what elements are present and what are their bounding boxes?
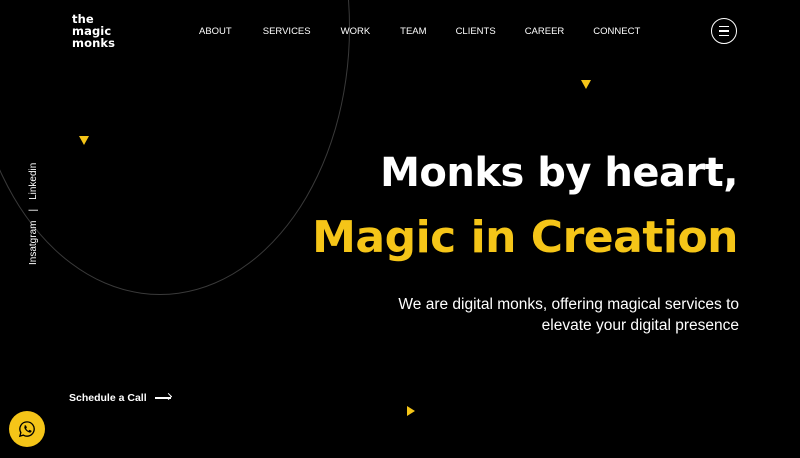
hero-headline: Monks by heart, (380, 150, 738, 196)
whatsapp-button[interactable] (9, 411, 45, 447)
main-nav: ABOUT SERVICES WORK TEAM CLIENTS CAREER … (199, 26, 640, 37)
triangle-icon (581, 80, 591, 89)
nav-work[interactable]: WORK (341, 26, 371, 37)
nav-services[interactable]: SERVICES (263, 26, 311, 37)
hero-highlight: Magic in Creation (312, 212, 738, 263)
logo-line-3: monks (72, 36, 116, 50)
nav-connect[interactable]: CONNECT (593, 26, 640, 37)
social-links: Insatgram | Linkedin (28, 163, 39, 265)
schedule-call-label: Schedule a Call (69, 392, 147, 404)
nav-about[interactable]: ABOUT (199, 26, 232, 37)
social-separator: | (28, 208, 39, 212)
hero-subtitle-line-1: We are digital monks, offering magical s… (398, 296, 739, 313)
triangle-icon (407, 406, 415, 416)
triangle-icon (79, 136, 89, 145)
arrow-right-icon (154, 397, 171, 399)
linkedin-link[interactable]: Linkedin (28, 163, 39, 200)
hero-subtitle-line-2: elevate your digital presence (541, 317, 739, 334)
hero-subtitle: We are digital monks, offering magical s… (398, 294, 739, 336)
nav-career[interactable]: CAREER (525, 26, 565, 37)
whatsapp-icon (18, 421, 35, 438)
instagram-link[interactable]: Insatgram (28, 221, 39, 265)
decorative-circle (0, 0, 350, 295)
logo[interactable]: the magic monks (72, 13, 115, 49)
nav-clients[interactable]: CLIENTS (456, 26, 496, 37)
nav-team[interactable]: TEAM (400, 26, 426, 37)
schedule-call-button[interactable]: Schedule a Call (69, 392, 171, 404)
hamburger-icon[interactable] (711, 18, 737, 44)
